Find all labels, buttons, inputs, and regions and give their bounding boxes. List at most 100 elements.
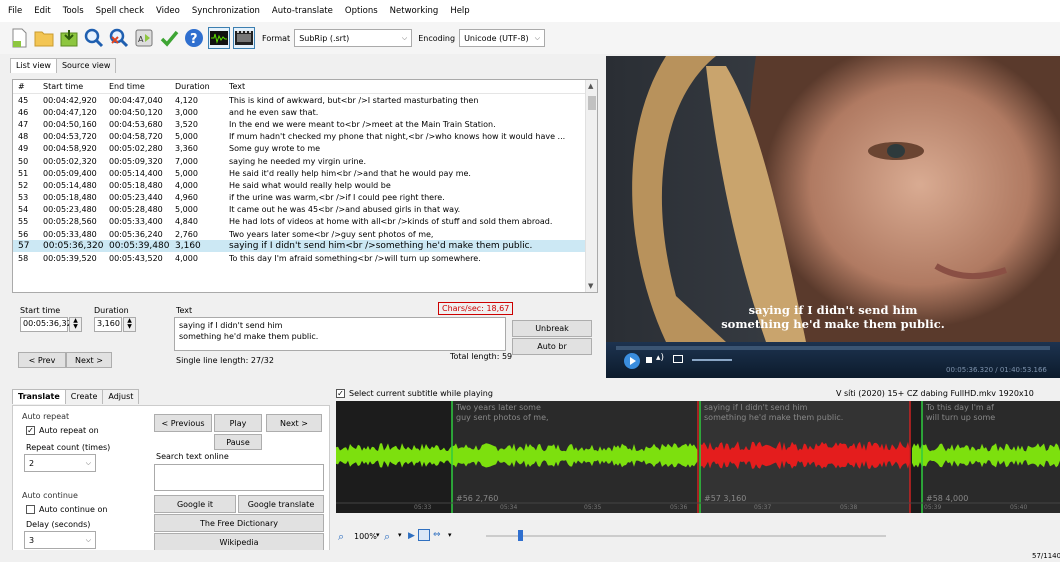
select-while-playing-checkbox[interactable]: ✓ Select current subtitle while playing bbox=[336, 389, 493, 398]
position-slider[interactable] bbox=[486, 535, 886, 537]
menu-video[interactable]: Video bbox=[156, 6, 180, 16]
menu-auto-translate[interactable]: Auto-translate bbox=[272, 6, 333, 16]
subtitle-text-editor[interactable]: saying if I didn't send him something he… bbox=[174, 317, 506, 351]
scroll-down-icon[interactable]: ▼ bbox=[588, 282, 593, 290]
prev-button[interactable]: < Prev bbox=[18, 352, 66, 368]
next-translate-button[interactable]: Next > bbox=[266, 414, 322, 432]
wikipedia-button[interactable]: Wikipedia bbox=[154, 533, 324, 551]
scroll-up-icon[interactable]: ▲ bbox=[588, 82, 593, 90]
duration-spinner[interactable]: ▲ ▼ bbox=[123, 317, 136, 332]
cell-start-time: 00:05:09,400 bbox=[43, 168, 97, 178]
table-row[interactable]: 45 00:04:42,920 00:04:47,040 4,120 This is k… bbox=[13, 94, 597, 106]
pause-button[interactable]: Pause bbox=[214, 434, 262, 450]
video-player[interactable]: saying if I didn't send him something he… bbox=[606, 56, 1060, 378]
table-row[interactable]: 50 00:05:02,320 00:05:09,320 7,000 saying he… bbox=[13, 155, 597, 167]
cell-number: 51 bbox=[18, 168, 29, 178]
zoom-in-dropdown-icon[interactable]: ▾ bbox=[398, 531, 402, 539]
zoom-dropdown-icon[interactable]: ▾ bbox=[376, 531, 380, 539]
move-icon[interactable]: ⇔ bbox=[433, 530, 441, 540]
volume-slider[interactable] bbox=[692, 359, 732, 361]
table-row[interactable]: 49 00:04:58,920 00:05:02,280 3,360 Some guy … bbox=[13, 143, 597, 155]
table-row[interactable]: 51 00:05:09,400 00:05:14,400 5,000 He said i… bbox=[13, 167, 597, 179]
list-scrollbar[interactable]: ▲ ▼ bbox=[585, 80, 597, 292]
table-row[interactable]: 52 00:05:14,480 00:05:18,480 4,000 He said w… bbox=[13, 179, 597, 191]
table-row[interactable]: 53 00:05:18,480 00:05:23,440 4,960 if the ur… bbox=[13, 192, 597, 204]
menu-edit[interactable]: Edit bbox=[34, 6, 50, 16]
google-translate-button[interactable]: Google translate bbox=[238, 495, 324, 513]
tab-list-view[interactable]: List view bbox=[10, 58, 57, 73]
tab-source-view[interactable]: Source view bbox=[55, 58, 117, 73]
zoom-out-icon[interactable]: ⌕ bbox=[338, 530, 344, 544]
cell-duration: 3,000 bbox=[175, 107, 198, 117]
header-number[interactable]: # bbox=[13, 82, 43, 91]
header-end-time[interactable]: End time bbox=[109, 82, 175, 91]
scroll-thumb[interactable] bbox=[588, 96, 596, 110]
start-time-input[interactable]: 00:05:36,320 bbox=[20, 317, 77, 332]
delay-select[interactable]: 3 ⌵ bbox=[24, 531, 96, 549]
spell-check-icon[interactable] bbox=[158, 27, 180, 49]
tab-translate[interactable]: Translate bbox=[12, 389, 66, 404]
grid-icon[interactable] bbox=[418, 529, 430, 541]
menu-synchronization[interactable]: Synchronization bbox=[192, 6, 260, 16]
find-icon[interactable] bbox=[83, 27, 105, 49]
video-toggle-icon[interactable] bbox=[233, 27, 255, 49]
tab-create[interactable]: Create bbox=[64, 389, 104, 404]
free-dictionary-button[interactable]: The Free Dictionary bbox=[154, 514, 324, 532]
play-icon[interactable] bbox=[624, 353, 640, 369]
menu-spell-check[interactable]: Spell check bbox=[96, 6, 144, 16]
help-icon[interactable]: ? bbox=[183, 27, 205, 49]
table-row[interactable]: 47 00:04:50,160 00:04:53,680 3,520 In the en… bbox=[13, 118, 597, 130]
list-rows: 45 00:04:42,920 00:04:47,040 4,120 This is k… bbox=[13, 94, 597, 265]
auto-repeat-checkbox[interactable]: ✓ Auto repeat on bbox=[26, 426, 99, 435]
video-seek-bar[interactable] bbox=[616, 346, 1050, 350]
repeat-count-select[interactable]: 2 ⌵ bbox=[24, 454, 96, 472]
unbreak-button[interactable]: Unbreak bbox=[512, 320, 592, 337]
zoom-in-icon[interactable]: ⌕ bbox=[384, 530, 390, 544]
new-file-icon[interactable] bbox=[8, 27, 30, 49]
search-online-input[interactable] bbox=[154, 464, 324, 491]
auto-br-button[interactable]: Auto br bbox=[512, 338, 592, 355]
visual-sync-icon[interactable]: A bbox=[133, 27, 155, 49]
header-duration[interactable]: Duration bbox=[175, 82, 229, 91]
duration-input[interactable]: 3,160 bbox=[94, 317, 122, 332]
header-start-time[interactable]: Start time bbox=[43, 82, 109, 91]
position-slider-thumb[interactable] bbox=[518, 530, 523, 541]
menu-options[interactable]: Options bbox=[345, 6, 378, 16]
tick-05-39: 05:39 bbox=[924, 504, 942, 511]
waveform-toggle-icon[interactable] bbox=[208, 27, 230, 49]
stop-icon[interactable] bbox=[646, 357, 652, 363]
table-row[interactable]: 48 00:04:53,720 00:04:58,720 5,000 If mum ha… bbox=[13, 131, 597, 143]
table-row[interactable]: 58 00:05:39,520 00:05:43,520 4,000 To this d… bbox=[13, 252, 597, 264]
waveform-panel[interactable]: Two years later some guy sent photos of … bbox=[336, 401, 1060, 513]
subtitle-list[interactable]: # Start time End time Duration Text 45 00… bbox=[12, 79, 598, 293]
encoding-select[interactable]: Unicode (UTF-8) ⌵ bbox=[459, 29, 546, 47]
google-it-button[interactable]: Google it bbox=[154, 495, 236, 513]
open-folder-icon[interactable] bbox=[33, 27, 55, 49]
table-row[interactable]: 55 00:05:28,560 00:05:33,400 4,840 He had lo… bbox=[13, 216, 597, 228]
table-row[interactable]: 46 00:04:47,120 00:04:50,120 3,000 and he ev… bbox=[13, 106, 597, 118]
menu-file[interactable]: File bbox=[8, 6, 22, 16]
save-icon[interactable] bbox=[58, 27, 80, 49]
menu-networking[interactable]: Networking bbox=[390, 6, 439, 16]
menu-tools[interactable]: Tools bbox=[63, 6, 84, 16]
zoom-level[interactable]: 100% bbox=[354, 532, 377, 541]
search-online-label: Search text online bbox=[156, 452, 229, 461]
tab-adjust[interactable]: Adjust bbox=[102, 389, 140, 404]
play-arrow-icon[interactable]: ▶ bbox=[408, 531, 415, 541]
menu-help[interactable]: Help bbox=[450, 6, 469, 16]
replace-icon[interactable] bbox=[108, 27, 130, 49]
start-time-spinner[interactable]: ▲ ▼ bbox=[69, 317, 82, 332]
move-dropdown-icon[interactable]: ▾ bbox=[448, 531, 452, 539]
auto-continue-checkbox[interactable]: Auto continue on bbox=[26, 505, 107, 514]
next-button[interactable]: Next > bbox=[66, 352, 112, 368]
table-row[interactable]: 56 00:05:33,480 00:05:36,240 2,760 Two years… bbox=[13, 228, 597, 240]
fullscreen-icon[interactable] bbox=[673, 355, 683, 363]
table-row[interactable]: 57 00:05:36,320 00:05:39,480 3,160 saying if… bbox=[13, 240, 597, 253]
previous-button[interactable]: < Previous bbox=[154, 414, 212, 432]
cell-text: Some guy wrote to me bbox=[229, 144, 321, 154]
header-text[interactable]: Text bbox=[229, 82, 597, 91]
format-select[interactable]: SubRip (.srt) ⌵ bbox=[294, 29, 413, 47]
volume-icon[interactable]: ▴) bbox=[656, 353, 664, 363]
table-row[interactable]: 54 00:05:23,480 00:05:28,480 5,000 It came o… bbox=[13, 204, 597, 216]
play-button[interactable]: Play bbox=[214, 414, 262, 432]
